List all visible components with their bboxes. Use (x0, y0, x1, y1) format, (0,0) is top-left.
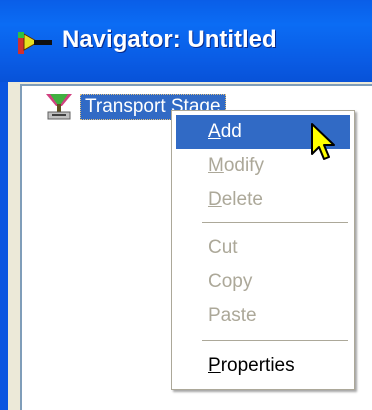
menu-item-cut[interactable]: Cut (176, 231, 350, 265)
menu-separator (202, 340, 348, 341)
menu-item-add-rest: dd (220, 121, 242, 142)
window-title: Navigator: Untitled (62, 26, 277, 53)
menu-item-properties[interactable]: Properties (176, 349, 350, 383)
menu-item-copy[interactable]: Copy (176, 265, 350, 299)
mouse-pointer-icon (311, 123, 335, 160)
transport-stage-icon[interactable] (44, 92, 74, 122)
menu-item-add-accel: A (208, 121, 221, 142)
menu-item-copy-label: Copy (208, 271, 253, 292)
navigator-app-icon (18, 32, 52, 54)
window-left-frame (0, 82, 4, 410)
menu-item-properties-accel: P (208, 355, 221, 376)
menu-item-paste-label: Paste (208, 305, 257, 326)
menu-item-delete-accel: D (208, 189, 222, 210)
menu-item-paste[interactable]: Paste (176, 299, 350, 333)
menu-separator (202, 222, 348, 223)
menu-item-delete[interactable]: Delete (176, 183, 350, 217)
menu-item-delete-rest: elete (221, 189, 263, 210)
menu-item-cut-label: Cut (208, 237, 238, 258)
navigator-window: Navigator: Untitled Transport Stage Add … (0, 0, 372, 410)
title-bar[interactable]: Navigator: Untitled (0, 0, 372, 82)
menu-item-modify-accel: M (208, 155, 224, 176)
menu-item-properties-rest: roperties (220, 355, 295, 376)
menu-item-modify-rest: odify (223, 155, 264, 176)
